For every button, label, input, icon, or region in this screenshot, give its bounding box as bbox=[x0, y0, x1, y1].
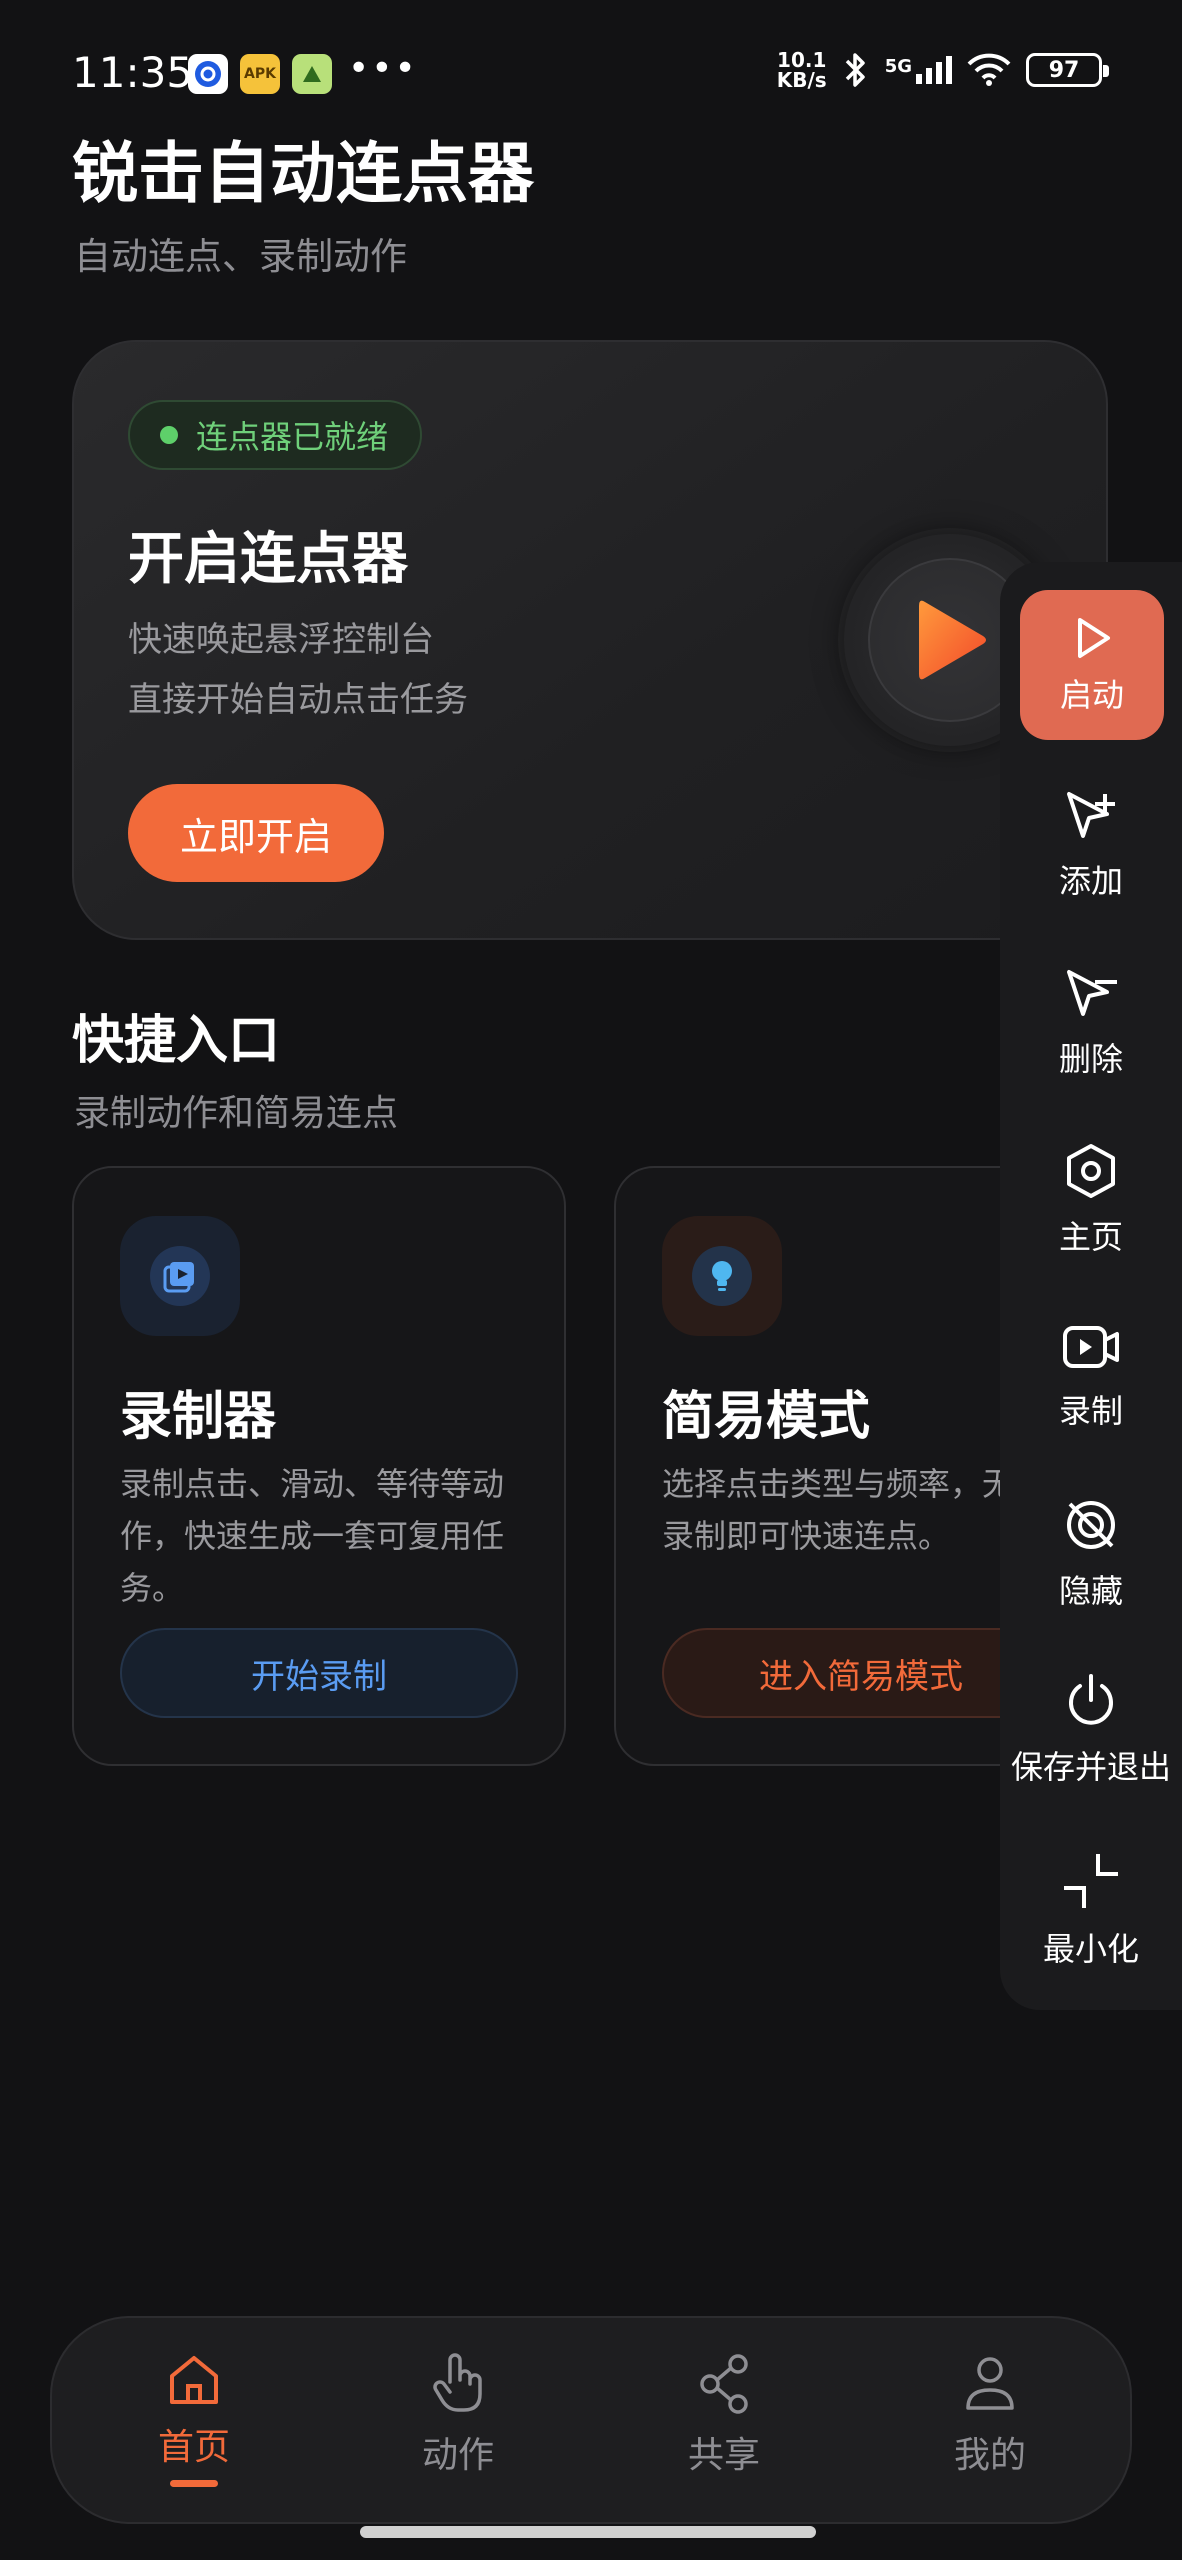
nav-item-profile[interactable]: 我的 bbox=[890, 2352, 1090, 2478]
launcher-desc-line: 快速唤起悬浮控制台 bbox=[128, 620, 434, 660]
start-now-button[interactable]: 立即开启 bbox=[128, 784, 384, 882]
play-icon bbox=[1078, 618, 1110, 658]
easy-mode-title: 简易模式 bbox=[662, 1387, 871, 1447]
launcher-desc-line: 直接开始自动点击任务 bbox=[128, 680, 468, 720]
network-speed: 10.1 KB/s bbox=[776, 48, 827, 92]
nav-item-label: 共享 bbox=[687, 2435, 760, 2476]
share-icon bbox=[700, 2354, 748, 2414]
status-badge: 连点器已就绪 bbox=[128, 400, 423, 470]
side-item-label: 主页 bbox=[1058, 1218, 1123, 1256]
side-record-button[interactable]: 录制 bbox=[1000, 1320, 1182, 1432]
bluetooth-icon bbox=[845, 53, 865, 87]
battery-indicator: 97 bbox=[1026, 53, 1109, 87]
page-title: 锐击自动连点器 bbox=[72, 135, 534, 212]
section-title: 快捷入口 bbox=[72, 1011, 281, 1071]
side-item-label: 隐藏 bbox=[1058, 1572, 1123, 1610]
video-library-icon bbox=[163, 1262, 194, 1293]
apk-notification-icon: APK bbox=[240, 54, 280, 94]
recorder-title: 录制器 bbox=[120, 1387, 277, 1447]
side-item-label: 录制 bbox=[1058, 1392, 1123, 1430]
side-hide-button[interactable]: 隐藏 bbox=[1000, 1496, 1182, 1612]
nav-item-share[interactable]: 共享 bbox=[624, 2352, 824, 2478]
start-recording-button[interactable]: 开始录制 bbox=[120, 1628, 518, 1718]
side-item-label: 启动 bbox=[1059, 676, 1124, 714]
floating-control-panel: 启动 添加 删除 主页 录制 隐藏 保存并退出 最小化 bbox=[1000, 562, 1182, 2010]
side-home-button[interactable]: 主页 bbox=[1000, 1142, 1182, 1258]
side-item-label: 删除 bbox=[1058, 1040, 1123, 1078]
cellular-signal-icon: 5G bbox=[885, 56, 952, 84]
launcher-card: 连点器已就绪 开启连点器 快速唤起悬浮控制台 直接开始自动点击任务 立即开启 bbox=[72, 340, 1108, 940]
status-time: 11:35 bbox=[72, 48, 194, 97]
eye-off-icon bbox=[1067, 1501, 1115, 1549]
launcher-description: 快速唤起悬浮控制台 直接开始自动点击任务 bbox=[128, 610, 468, 730]
wifi-icon bbox=[967, 53, 1011, 86]
side-item-label: 保存并退出 bbox=[1010, 1748, 1171, 1786]
status-indicators: 10.1 KB/s 5G 97 bbox=[776, 48, 1109, 92]
recorder-description: 录制点击、滑动、等待等动作，快速生成一套可复用任务。 bbox=[120, 1465, 505, 1607]
side-save-exit-button[interactable]: 保存并退出 bbox=[1000, 1672, 1182, 1788]
minimize-icon bbox=[1064, 1854, 1118, 1908]
lightbulb-icon bbox=[712, 1261, 732, 1291]
side-item-label: 添加 bbox=[1058, 862, 1123, 900]
cursor-add-icon bbox=[1067, 792, 1115, 838]
recorder-card[interactable]: 录制器 录制点击、滑动、等待等动作，快速生成一套可复用任务。 开始录制 bbox=[72, 1166, 566, 1766]
page-subtitle: 自动连点、录制动作 bbox=[74, 235, 407, 278]
nav-item-actions[interactable]: 动作 bbox=[358, 2352, 558, 2478]
side-start-button[interactable]: 启动 bbox=[1020, 590, 1164, 740]
nav-item-label: 动作 bbox=[421, 2435, 494, 2476]
side-minimize-button[interactable]: 最小化 bbox=[1000, 1850, 1182, 1970]
home-gesture-bar[interactable] bbox=[360, 2526, 816, 2538]
status-badge-label: 连点器已就绪 bbox=[196, 418, 389, 456]
nav-item-label: 我的 bbox=[953, 2435, 1026, 2476]
hexagon-settings-icon bbox=[1067, 1144, 1115, 1198]
app-notification-icon bbox=[188, 54, 228, 94]
section-subtitle: 录制动作和简易连点 bbox=[74, 1093, 399, 1134]
power-icon bbox=[1069, 1674, 1113, 1725]
play-icon bbox=[919, 600, 986, 680]
nav-item-home[interactable]: 首页 bbox=[94, 2352, 294, 2487]
video-record-icon bbox=[1063, 1326, 1119, 1368]
more-notifications-icon: ••• bbox=[348, 48, 418, 89]
home-icon bbox=[170, 2356, 218, 2404]
cursor-remove-icon bbox=[1067, 970, 1117, 1016]
status-dot-icon bbox=[160, 426, 178, 444]
bottom-navigation: 首页 动作 共享 我的 bbox=[50, 2316, 1132, 2524]
nav-item-label: 首页 bbox=[157, 2427, 230, 2468]
game-notification-icon bbox=[292, 54, 332, 94]
launcher-title: 开启连点器 bbox=[128, 527, 408, 592]
user-icon bbox=[966, 2357, 1014, 2410]
side-item-label: 最小化 bbox=[1042, 1930, 1139, 1968]
hand-pointer-icon bbox=[433, 2353, 482, 2412]
side-add-button[interactable]: 添加 bbox=[1000, 788, 1182, 902]
active-indicator bbox=[170, 2480, 218, 2487]
side-delete-button[interactable]: 删除 bbox=[1000, 966, 1182, 1080]
